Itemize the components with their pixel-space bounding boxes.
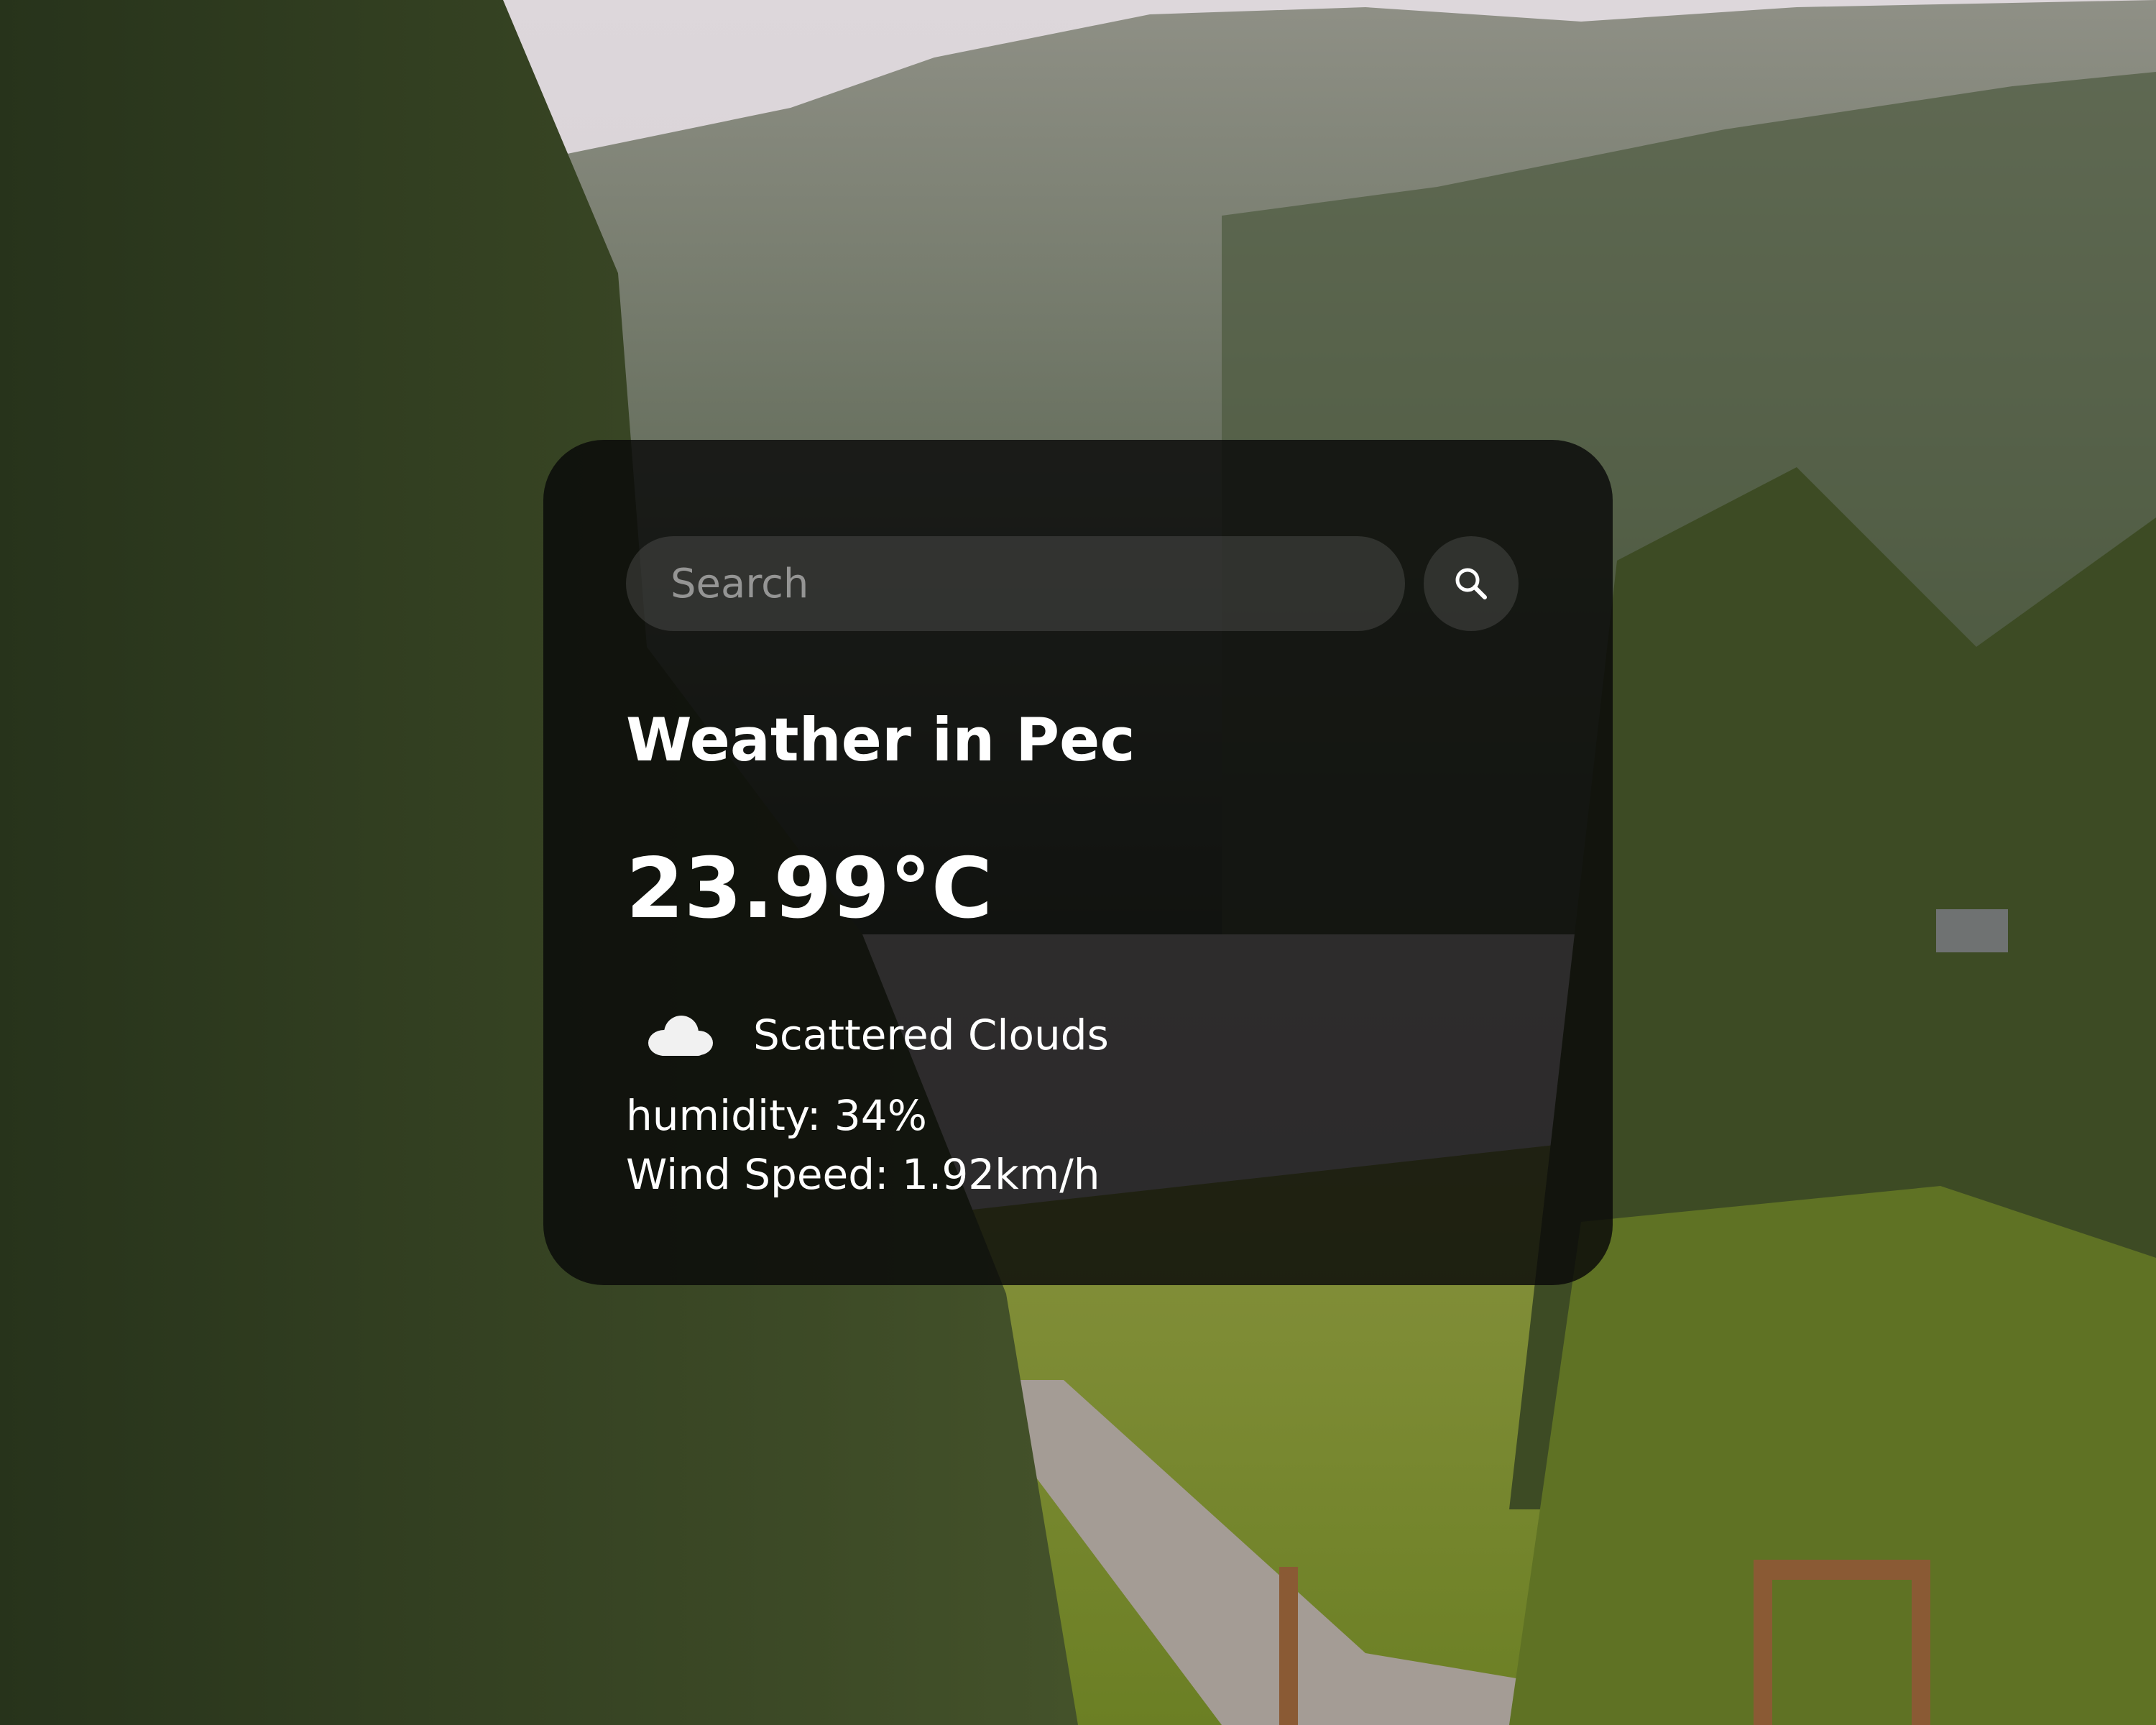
temperature-value: 23.99°C [626, 840, 993, 937]
humidity-value: humidity: 34% [626, 1091, 927, 1140]
weather-app-screen: Weather in Pec 23.99°C Scattered Clouds … [0, 0, 2156, 1725]
weather-card: Weather in Pec 23.99°C Scattered Clouds … [543, 440, 1613, 1285]
search-input[interactable] [626, 536, 1405, 631]
search-icon [1455, 568, 1487, 599]
condition-label: Scattered Clouds [753, 1011, 1109, 1059]
cloud-icon [648, 1016, 713, 1056]
city-weather-title: Weather in Pec [626, 705, 1135, 775]
weather-condition: Scattered Clouds [644, 999, 1109, 1071]
search-bar [626, 536, 1519, 631]
wind-speed-value: Wind Speed: 1.92km/h [626, 1150, 1100, 1199]
search-button[interactable] [1424, 536, 1519, 631]
